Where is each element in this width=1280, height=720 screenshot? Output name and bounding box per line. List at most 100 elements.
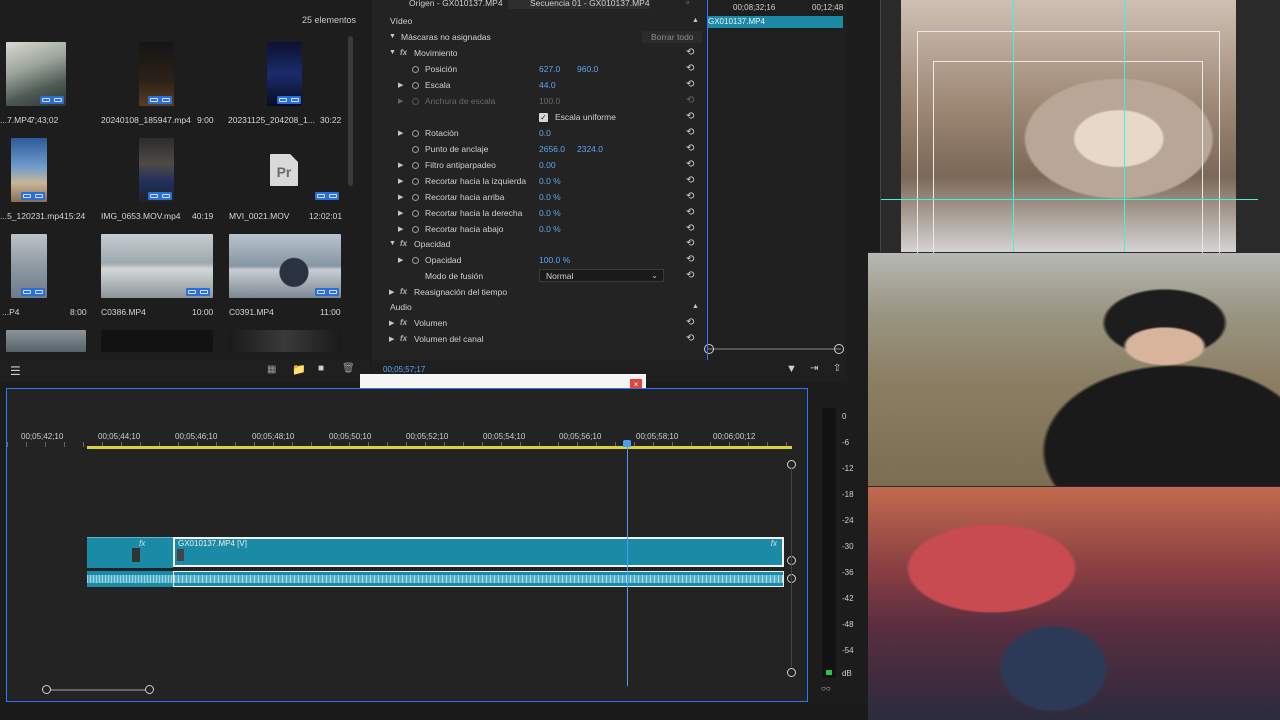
play-only-audio-icon[interactable]: ⇥	[810, 363, 818, 374]
crop-bottom-value[interactable]: 0.0 %	[539, 224, 561, 234]
solo-buttons[interactable]: ○○	[821, 684, 831, 693]
stopwatch-icon[interactable]	[412, 82, 419, 89]
stopwatch-icon[interactable]	[412, 178, 419, 185]
hamburger-menu-icon[interactable]: ☰	[10, 364, 21, 378]
playhead-handle[interactable]	[623, 440, 631, 447]
project-clip[interactable]: C0386.MP4 10:00	[98, 234, 218, 317]
stopwatch-icon[interactable]	[412, 226, 419, 233]
stopwatch-icon[interactable]	[412, 194, 419, 201]
work-area-bar[interactable]	[87, 446, 792, 449]
audio-clip[interactable]	[173, 571, 784, 587]
chevron-right-icon[interactable]: ▶	[398, 225, 403, 233]
flicker-value[interactable]: 0.00	[539, 160, 556, 170]
reset-icon[interactable]: ⟲	[686, 333, 694, 344]
export-icon[interactable]: ⇧	[833, 363, 841, 374]
chevron-right-icon[interactable]: ▶	[398, 193, 403, 201]
collapse-up-icon[interactable]: ▲	[692, 17, 699, 24]
reset-icon[interactable]: ⟲	[686, 238, 694, 249]
vertical-scrollbar[interactable]	[791, 467, 792, 667]
clip-thumbnail[interactable]	[101, 330, 213, 352]
crop-right-value[interactable]: 0.0 %	[539, 208, 561, 218]
program-monitor-preview[interactable]	[868, 0, 1258, 254]
project-clip[interactable]: C0391.MP4 11:00	[227, 234, 347, 317]
collapse-up-icon[interactable]: ▲	[692, 303, 699, 310]
reset-icon[interactable]: ⟲	[686, 254, 694, 265]
chevron-right-icon[interactable]: ▶	[389, 319, 394, 327]
chevron-down-icon[interactable]: ▼	[389, 240, 396, 247]
rotation-value[interactable]: 0.0	[539, 128, 551, 138]
opacity-value[interactable]: 100.0 %	[539, 255, 570, 265]
project-clip[interactable]: ...P4 8:00	[0, 234, 90, 317]
folder-icon[interactable]: 📁	[292, 363, 306, 376]
trash-icon[interactable]: 🗑	[342, 363, 355, 374]
audio-clip-small[interactable]	[87, 571, 173, 587]
zoom-handle-right[interactable]	[834, 344, 844, 354]
reset-icon[interactable]: ⟲	[686, 223, 694, 234]
project-clip[interactable]: ...5_120231.mp4 15:24	[0, 138, 90, 221]
crop-left-value[interactable]: 0.0 %	[539, 176, 561, 186]
reset-icon[interactable]: ⟲	[686, 111, 694, 122]
chevron-down-icon[interactable]: ▼	[389, 49, 396, 56]
anchor-y-value[interactable]: 2324.0	[577, 144, 603, 154]
stopwatch-icon[interactable]	[412, 210, 419, 217]
chevron-right-icon[interactable]: ▶	[389, 288, 394, 296]
tab-sequence[interactable]: Secuencia 01 - GX010137.MP4	[530, 0, 650, 8]
chevron-right-icon[interactable]: ▶	[398, 161, 403, 169]
reset-icon[interactable]: ⟲	[686, 127, 694, 138]
project-clip[interactable]: Pr MVI_0021.MOV 12:02:01	[227, 138, 347, 221]
fx-clip-bar[interactable]: GX010137.MP4	[707, 16, 843, 28]
crop-top-value[interactable]: 0.0 %	[539, 192, 561, 202]
scroll-handle[interactable]	[787, 668, 796, 677]
reset-icon[interactable]: ⟲	[686, 270, 694, 281]
fx-playhead[interactable]	[707, 0, 708, 360]
chevron-right-icon[interactable]: ▶	[398, 81, 403, 89]
timeline-zoom-scrollbar[interactable]	[45, 689, 151, 691]
new-item-icon[interactable]: ■	[318, 363, 324, 374]
video-clip[interactable]: GX010137.MP4 [V] fx	[173, 537, 784, 567]
reset-icon[interactable]: ⟲	[686, 175, 694, 186]
reset-icon[interactable]: ⟲	[686, 159, 694, 170]
zoom-handle-left[interactable]	[704, 344, 714, 354]
scale-value[interactable]: 44.0	[539, 80, 556, 90]
project-scrollbar[interactable]	[348, 36, 353, 186]
reset-icon[interactable]: ⟲	[686, 143, 694, 154]
chevron-right-icon[interactable]: ▶	[398, 177, 403, 185]
clear-all-button[interactable]: Borrar todo	[651, 32, 694, 42]
project-clip[interactable]: 20231125_204208_1... 30:22	[227, 42, 347, 125]
reset-icon[interactable]: ⟲	[686, 47, 694, 58]
reset-icon[interactable]: ⟲	[686, 207, 694, 218]
clip-thumbnail[interactable]	[6, 330, 86, 352]
chevron-right-icon[interactable]: ▶	[398, 256, 403, 264]
chevron-right-icon[interactable]: ▶	[398, 209, 403, 217]
filter-icon[interactable]: ▼	[786, 363, 797, 375]
playhead-line[interactable]	[627, 446, 628, 686]
position-x-value[interactable]: 627.0	[539, 64, 560, 74]
stopwatch-icon[interactable]	[412, 66, 419, 73]
reset-icon[interactable]: ⟲	[686, 191, 694, 202]
chevron-right-icon[interactable]: ▶	[398, 129, 403, 137]
stopwatch-icon[interactable]	[412, 130, 419, 137]
blend-mode-dropdown[interactable]: Normal ⌄	[539, 269, 664, 282]
zoom-handle-right[interactable]	[145, 685, 154, 694]
reset-icon[interactable]: ⟲	[686, 63, 694, 74]
tab-source[interactable]: Origen - GX010137.MP4	[409, 0, 503, 8]
project-clip[interactable]: ...7.MP4 7;43;02	[0, 42, 70, 125]
chevron-down-icon[interactable]: ▼	[389, 33, 396, 40]
chevron-right-icon[interactable]: ▶	[389, 335, 394, 343]
video-clip-small[interactable]: fx	[87, 537, 173, 568]
position-y-value[interactable]: 960.0	[577, 64, 598, 74]
anchor-x-value[interactable]: 2656.0	[539, 144, 565, 154]
project-clip[interactable]: 20240108_185947.mp4 9:00	[98, 42, 218, 125]
stopwatch-icon[interactable]	[412, 162, 419, 169]
stopwatch-icon[interactable]	[412, 257, 419, 264]
fx-footer-timecode[interactable]: 00;05;57;17	[383, 365, 425, 374]
project-clip[interactable]: IMG_0653.MOV.mp4 40:19	[98, 138, 218, 221]
reset-icon[interactable]: ⟲	[686, 79, 694, 90]
list-view-icon[interactable]: ▦	[267, 364, 276, 375]
stopwatch-icon[interactable]	[412, 146, 419, 153]
uniform-scale-checkbox[interactable]: ✓	[539, 113, 548, 122]
zoom-handle-left[interactable]	[42, 685, 51, 694]
fx-zoom-scrollbar[interactable]	[707, 348, 841, 350]
clip-thumbnail[interactable]	[229, 330, 341, 352]
reset-icon[interactable]: ⟲	[686, 317, 694, 328]
